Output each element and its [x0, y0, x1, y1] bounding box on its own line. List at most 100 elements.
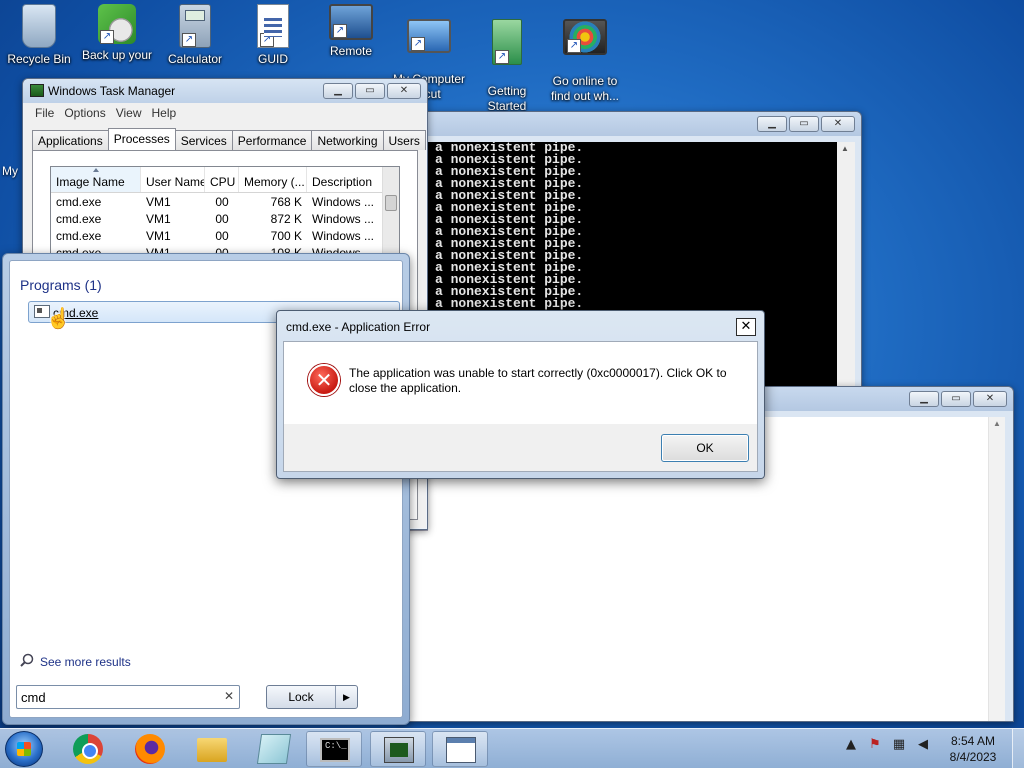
volume-muted-icon[interactable]: ◀: [914, 737, 932, 752]
cell-description: Windows ...: [312, 195, 375, 209]
error-message: The application was unable to start corr…: [349, 366, 727, 395]
taskbar-cmd[interactable]: C:\_: [306, 731, 362, 767]
tab-users[interactable]: Users: [382, 130, 426, 150]
taskbar-chrome[interactable]: [60, 731, 116, 767]
desktop-icon-label: Calculator: [167, 52, 223, 66]
taskbar-notepad[interactable]: [246, 731, 302, 767]
system-tray: ▲ ⚑ ▦ ◀: [842, 737, 932, 752]
cell-cpu: 00: [215, 195, 229, 209]
shortcut-arrow-icon: ↗: [100, 30, 114, 44]
application-error-dialog[interactable]: cmd.exe - Application Error ✕ ✕ The appl…: [276, 310, 765, 479]
maximize-button[interactable]: ▭: [789, 116, 819, 132]
folder-icon: [197, 738, 227, 762]
notepad-icon: [256, 734, 292, 764]
chrome-icon: [73, 734, 103, 764]
console-lines: a nonexistent pipe. a nonexistent pipe. …: [435, 142, 583, 310]
table-row[interactable]: cmd.exe VM1 00 872 K Windows ...: [51, 210, 399, 227]
show-hidden-icon[interactable]: ▲: [842, 737, 860, 752]
cell-user-name: VM1: [146, 195, 171, 209]
lock-button-group: Lock ▶: [266, 685, 358, 709]
backup-icon: ↗: [98, 4, 136, 44]
tab-processes[interactable]: Processes: [107, 128, 176, 150]
minimize-button[interactable]: ▁: [757, 116, 787, 132]
taskbar-clock[interactable]: 8:54 AM 8/4/2023: [942, 733, 1004, 765]
window-icon: [446, 737, 476, 763]
tab-applications[interactable]: Applications: [32, 130, 109, 150]
search-input[interactable]: [21, 687, 211, 707]
desktop-icon-go-online[interactable]: ↗ Go online to find out wh...: [546, 4, 624, 119]
tab-performance[interactable]: Performance: [231, 130, 313, 150]
scrollbar-thumb[interactable]: [385, 195, 397, 211]
desktop-icon-label: Recycle Bin: [7, 52, 71, 66]
close-button[interactable]: ✕: [821, 116, 855, 132]
desktop-icon-label: Back up your: [81, 48, 153, 62]
task-manager-menubar: File Options View Help: [24, 103, 426, 125]
taskbar-window[interactable]: [432, 731, 488, 767]
console-line: a nonexistent pipe.: [435, 296, 584, 311]
tab-services[interactable]: Services: [174, 130, 233, 150]
network-icon[interactable]: ▦: [890, 737, 908, 752]
column-image-name[interactable]: Image Name: [51, 167, 141, 192]
desktop-icon-guid[interactable]: ↗ GUID: [234, 4, 312, 67]
power-options-arrow-icon[interactable]: ▶: [335, 686, 357, 708]
menu-options[interactable]: Options: [59, 103, 110, 125]
taskbar-firefox[interactable]: [122, 731, 178, 767]
cell-user-name: VM1: [146, 229, 171, 243]
close-button[interactable]: ✕: [973, 391, 1007, 407]
process-table-header: Image Name User Name CPU Memory (... Des…: [51, 167, 399, 193]
close-button[interactable]: ✕: [387, 83, 421, 99]
see-more-results-label: See more results: [40, 654, 131, 669]
ok-button[interactable]: OK: [661, 434, 749, 462]
action-center-icon[interactable]: ⚑: [866, 737, 884, 752]
clock-date: 8/4/2023: [949, 750, 997, 764]
column-memory[interactable]: Memory (...: [239, 167, 307, 192]
dialog-close-button[interactable]: ✕: [736, 318, 756, 336]
maximize-button[interactable]: ▭: [941, 391, 971, 407]
taskbar-task-manager[interactable]: [370, 731, 426, 767]
menu-help[interactable]: Help: [147, 103, 182, 125]
cell-image-name: cmd.exe: [56, 229, 102, 243]
show-desktop-button[interactable]: [1012, 729, 1024, 768]
task-manager-icon: [384, 737, 414, 763]
clear-search-icon[interactable]: ✕: [224, 689, 234, 703]
calculator-icon: ↗: [179, 4, 211, 48]
document-icon: ↗: [257, 4, 289, 48]
column-cpu[interactable]: CPU: [205, 167, 239, 192]
desktop-icon-backup[interactable]: ↗ Back up your: [78, 4, 156, 63]
maximize-button[interactable]: ▭: [355, 83, 385, 99]
tab-networking[interactable]: Networking: [311, 130, 384, 150]
desktop-icon-remote[interactable]: ↗ Remote: [312, 4, 390, 59]
recycle-bin-icon: [22, 4, 56, 48]
see-more-results-link[interactable]: See more results: [20, 653, 131, 670]
background-window-scrollbar[interactable]: [988, 417, 1005, 721]
shortcut-arrow-icon: ↗: [260, 33, 274, 47]
desktop-edge-label: My: [2, 164, 18, 178]
cell-image-name: cmd.exe: [56, 212, 102, 226]
magnifier-icon: [20, 653, 34, 670]
clock-time: 8:54 AM: [950, 734, 996, 748]
desktop-icon-label: Getting Started: [487, 84, 527, 113]
table-row[interactable]: cmd.exe VM1 00 768 K Windows ...: [51, 193, 399, 210]
minimize-button[interactable]: ▁: [909, 391, 939, 407]
table-row[interactable]: cmd.exe VM1 00 700 K Windows ...: [51, 227, 399, 244]
start-search-box[interactable]: ✕: [16, 685, 240, 709]
cell-image-name: cmd.exe: [56, 195, 102, 209]
minimize-button[interactable]: ▁: [323, 83, 353, 99]
error-icon: ✕: [308, 364, 340, 396]
menu-file[interactable]: File: [30, 103, 59, 125]
console-titlebar[interactable]: ▁ ▭ ✕: [419, 112, 861, 136]
column-user-name[interactable]: User Name: [141, 167, 205, 192]
console-scrollbar[interactable]: [837, 142, 855, 392]
desktop-icon-recycle-bin[interactable]: Recycle Bin: [0, 4, 78, 67]
column-description[interactable]: Description: [307, 167, 385, 192]
getting-started-icon: ↗: [492, 19, 522, 65]
start-button[interactable]: [5, 731, 43, 767]
cell-description: Windows ...: [312, 212, 375, 226]
task-manager-titlebar[interactable]: Windows Task Manager ▁ ▭ ✕: [23, 79, 427, 103]
taskbar-explorer[interactable]: [184, 731, 240, 767]
desktop-icon-calculator[interactable]: ↗ Calculator: [156, 4, 234, 67]
shortcut-arrow-icon: ↗: [333, 24, 347, 38]
menu-view[interactable]: View: [111, 103, 147, 125]
shortcut-arrow-icon: ↗: [495, 50, 509, 64]
lock-button[interactable]: Lock: [267, 686, 335, 708]
